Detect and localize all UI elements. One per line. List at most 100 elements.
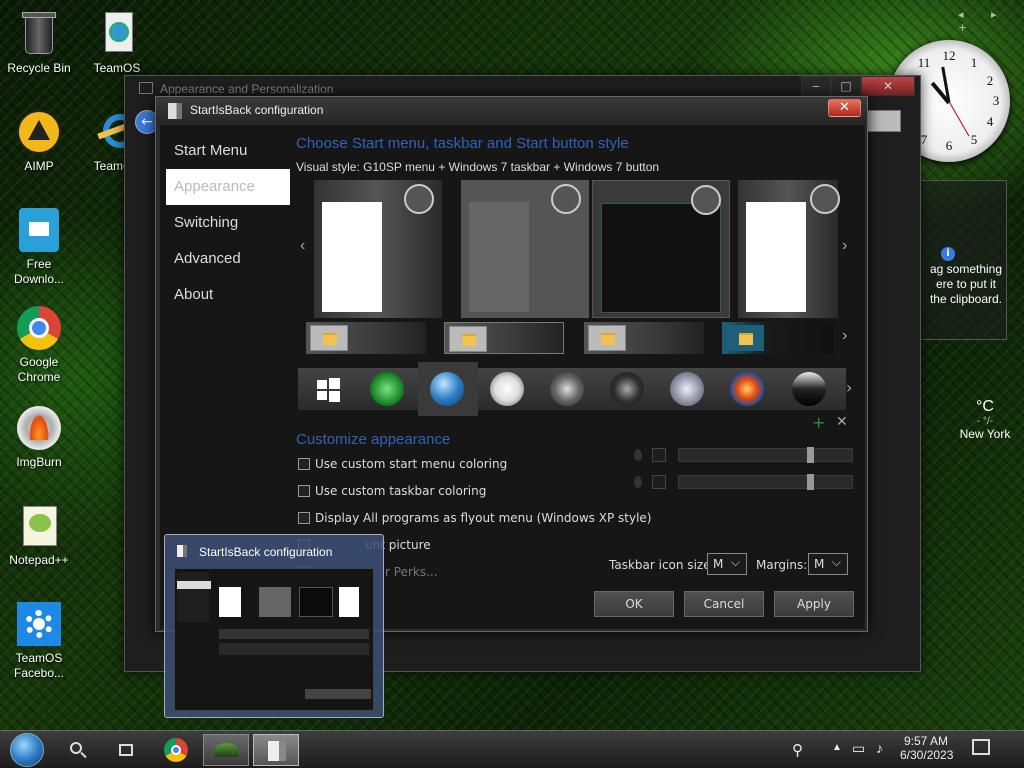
desktop-icon-free-download[interactable]: Free Downlo... — [0, 206, 78, 287]
gadget-controls[interactable]: ◂ ▸ + — [958, 8, 1024, 34]
clock[interactable]: 9:57 AM 6/30/2023 — [900, 734, 953, 762]
remove-icon[interactable]: ✕ — [836, 414, 848, 430]
nav-appearance[interactable]: Appearance — [166, 169, 290, 205]
slider-knob[interactable] — [807, 474, 814, 490]
chevron-right-icon[interactable]: › — [846, 378, 852, 397]
startisback-icon — [177, 545, 187, 557]
start-menu-color-slider[interactable] — [678, 447, 853, 463]
start-menu-style-4[interactable] — [738, 180, 840, 318]
icon-label: TeamOS — [93, 61, 141, 75]
maximize-button[interactable]: □ — [831, 76, 861, 96]
desktop-icon-aimp[interactable]: AIMP — [0, 108, 78, 174]
search-icon[interactable] — [867, 110, 901, 132]
desktop-icon-recycle-bin[interactable]: Recycle Bin — [0, 10, 78, 76]
show-hidden-icons-icon[interactable]: ▲ — [832, 742, 842, 753]
minimize-button[interactable]: ‒ — [801, 76, 831, 96]
icon-label: Recycle Bin — [7, 61, 71, 75]
people-icon[interactable]: ⚲ — [792, 741, 803, 759]
folder-icon — [726, 325, 764, 351]
search-icon[interactable] — [66, 734, 90, 766]
windows-xp-button-icon[interactable] — [730, 372, 764, 406]
visual-style-value: G10SP menu + Windows 7 taskbar + Windows… — [363, 160, 660, 174]
desktop-icon-chrome[interactable]: Google Chrome — [0, 304, 78, 385]
checkbox[interactable] — [298, 485, 310, 497]
task-view-icon[interactable] — [114, 734, 138, 766]
start-menu-style-2[interactable] — [461, 180, 589, 318]
window-icon — [139, 82, 153, 94]
clover-button-icon[interactable] — [370, 372, 404, 406]
chevron-right-icon[interactable]: › — [842, 237, 847, 255]
windows-grey-button-icon[interactable] — [550, 372, 584, 406]
taskbar-style-4[interactable] — [722, 322, 834, 354]
apply-button[interactable]: Apply — [774, 591, 854, 617]
icon-label: ImgBurn — [16, 455, 62, 469]
clock-number: 1 — [970, 55, 978, 70]
taskbar-thumbnail-preview[interactable]: StartIsBack configuration — [164, 534, 384, 718]
color-swatch[interactable] — [652, 448, 666, 462]
user-avatar-icon — [551, 184, 581, 214]
option-custom-taskbar-coloring[interactable]: Use custom taskbar coloring — [298, 484, 486, 498]
dialog-title: StartIsBack configuration — [190, 103, 324, 117]
start-menu-style-1[interactable] — [314, 180, 442, 318]
taskbar-style-1[interactable] — [306, 322, 426, 354]
recycle-bin-icon — [15, 10, 63, 58]
folder-icon — [310, 325, 348, 351]
disc-icon — [15, 404, 63, 452]
weather-city: New York — [959, 427, 1011, 441]
nav-switching[interactable]: Switching — [166, 205, 290, 241]
folder-icon — [449, 326, 487, 352]
dialog-titlebar[interactable]: StartIsBack configuration ✕ — [156, 97, 867, 125]
desktop-icon-teamos-facebook[interactable]: TeamOS Facebo... — [0, 600, 78, 681]
windows-silver-button-icon[interactable] — [670, 372, 704, 406]
startisback-taskbar-button[interactable] — [253, 734, 299, 766]
margins-select[interactable]: M — [808, 552, 848, 575]
window-title: Appearance and Personalization — [160, 82, 334, 96]
option-flyout-menu[interactable]: Display All programs as flyout menu (Win… — [298, 511, 651, 525]
start-button-styles: › — [298, 362, 852, 416]
visual-style-label: Visual style: — [296, 160, 360, 174]
windows-white-button-icon[interactable] — [490, 372, 524, 406]
network-icon[interactable]: ▭ — [852, 740, 865, 757]
margins-label: Margins: — [756, 558, 808, 572]
windows-dark-button-icon[interactable] — [610, 372, 644, 406]
volume-muted-icon[interactable]: ♪ — [876, 740, 883, 756]
taskbar-icon-size-select[interactable]: M — [707, 552, 747, 575]
desktop-icon-imgburn[interactable]: ImgBurn — [0, 404, 78, 470]
option-custom-start-menu-coloring[interactable]: Use custom start menu coloring — [298, 457, 507, 471]
clock-number: 12 — [942, 48, 956, 63]
windows-10-button-icon[interactable] — [312, 372, 346, 406]
windows-7-button-icon[interactable] — [430, 372, 464, 406]
start-menu-style-3-selected[interactable] — [592, 180, 730, 318]
checkbox[interactable] — [298, 512, 310, 524]
nav-start-menu[interactable]: Start Menu — [166, 133, 290, 169]
start-button-icon[interactable] — [10, 733, 44, 767]
nav-about[interactable]: About — [166, 277, 290, 313]
chrome-icon — [15, 304, 63, 352]
notifications-icon[interactable] — [972, 739, 990, 755]
color-swatch[interactable] — [652, 475, 666, 489]
desktop-icon-notepadpp[interactable]: Notepad++ — [0, 502, 78, 568]
nav-advanced[interactable]: Advanced — [166, 241, 290, 277]
taskbar: ⚲ ▲ ▭ ♪ 9:57 AM 6/30/2023 — [0, 730, 1024, 768]
clock-number: 11 — [917, 55, 931, 70]
user-avatar-icon — [404, 184, 434, 214]
chrome-taskbar-icon[interactable] — [162, 734, 190, 766]
ok-button[interactable]: OK — [594, 591, 674, 617]
desktop-taskbar-button[interactable] — [203, 734, 249, 766]
taskbar-color-slider[interactable] — [678, 474, 853, 490]
slider-knob[interactable] — [807, 447, 814, 463]
menu-preview — [746, 202, 806, 312]
close-button[interactable]: ✕ — [861, 76, 915, 96]
taskbar-style-2[interactable] — [444, 322, 564, 354]
dialog-close-button[interactable]: ✕ — [828, 99, 861, 117]
black-orb-button-icon[interactable] — [792, 372, 826, 406]
clock-second-hand — [948, 101, 970, 137]
checkbox[interactable] — [298, 458, 310, 470]
preview-image — [174, 568, 374, 711]
cancel-button[interactable]: Cancel — [684, 591, 764, 617]
desktop-icon-teamos[interactable]: TeamOS — [78, 10, 156, 76]
chevron-left-icon[interactable]: ‹ — [300, 237, 305, 255]
taskbar-style-3[interactable] — [584, 322, 704, 354]
chevron-right-icon[interactable]: › — [842, 327, 847, 345]
add-icon[interactable]: + — [812, 413, 825, 432]
